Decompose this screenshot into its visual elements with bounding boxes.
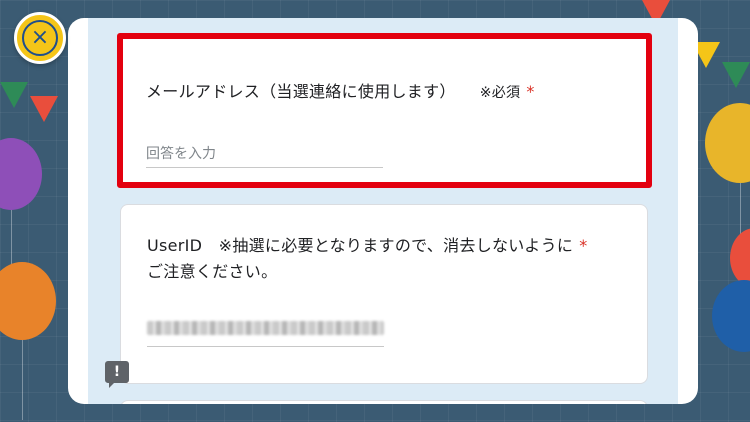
userid-question-title: UserID ※抽選に必要となりますので、消去しないように * ご注意ください。 [147,236,588,281]
userid-question-card: UserID ※抽選に必要となりますので、消去しないように * ご注意ください。 [120,204,648,384]
feedback-icon[interactable]: ! [105,361,129,388]
bunting-flag [30,96,58,122]
bunting-flag [0,82,28,108]
highlight-frame [117,33,652,188]
next-question-card [120,400,648,404]
close-icon: × [22,20,58,56]
bunting-flag [722,62,750,88]
close-button[interactable]: × [14,12,66,64]
userid-field[interactable] [147,321,384,335]
required-asterisk: * [579,236,588,255]
userid-field-underline [147,346,384,347]
